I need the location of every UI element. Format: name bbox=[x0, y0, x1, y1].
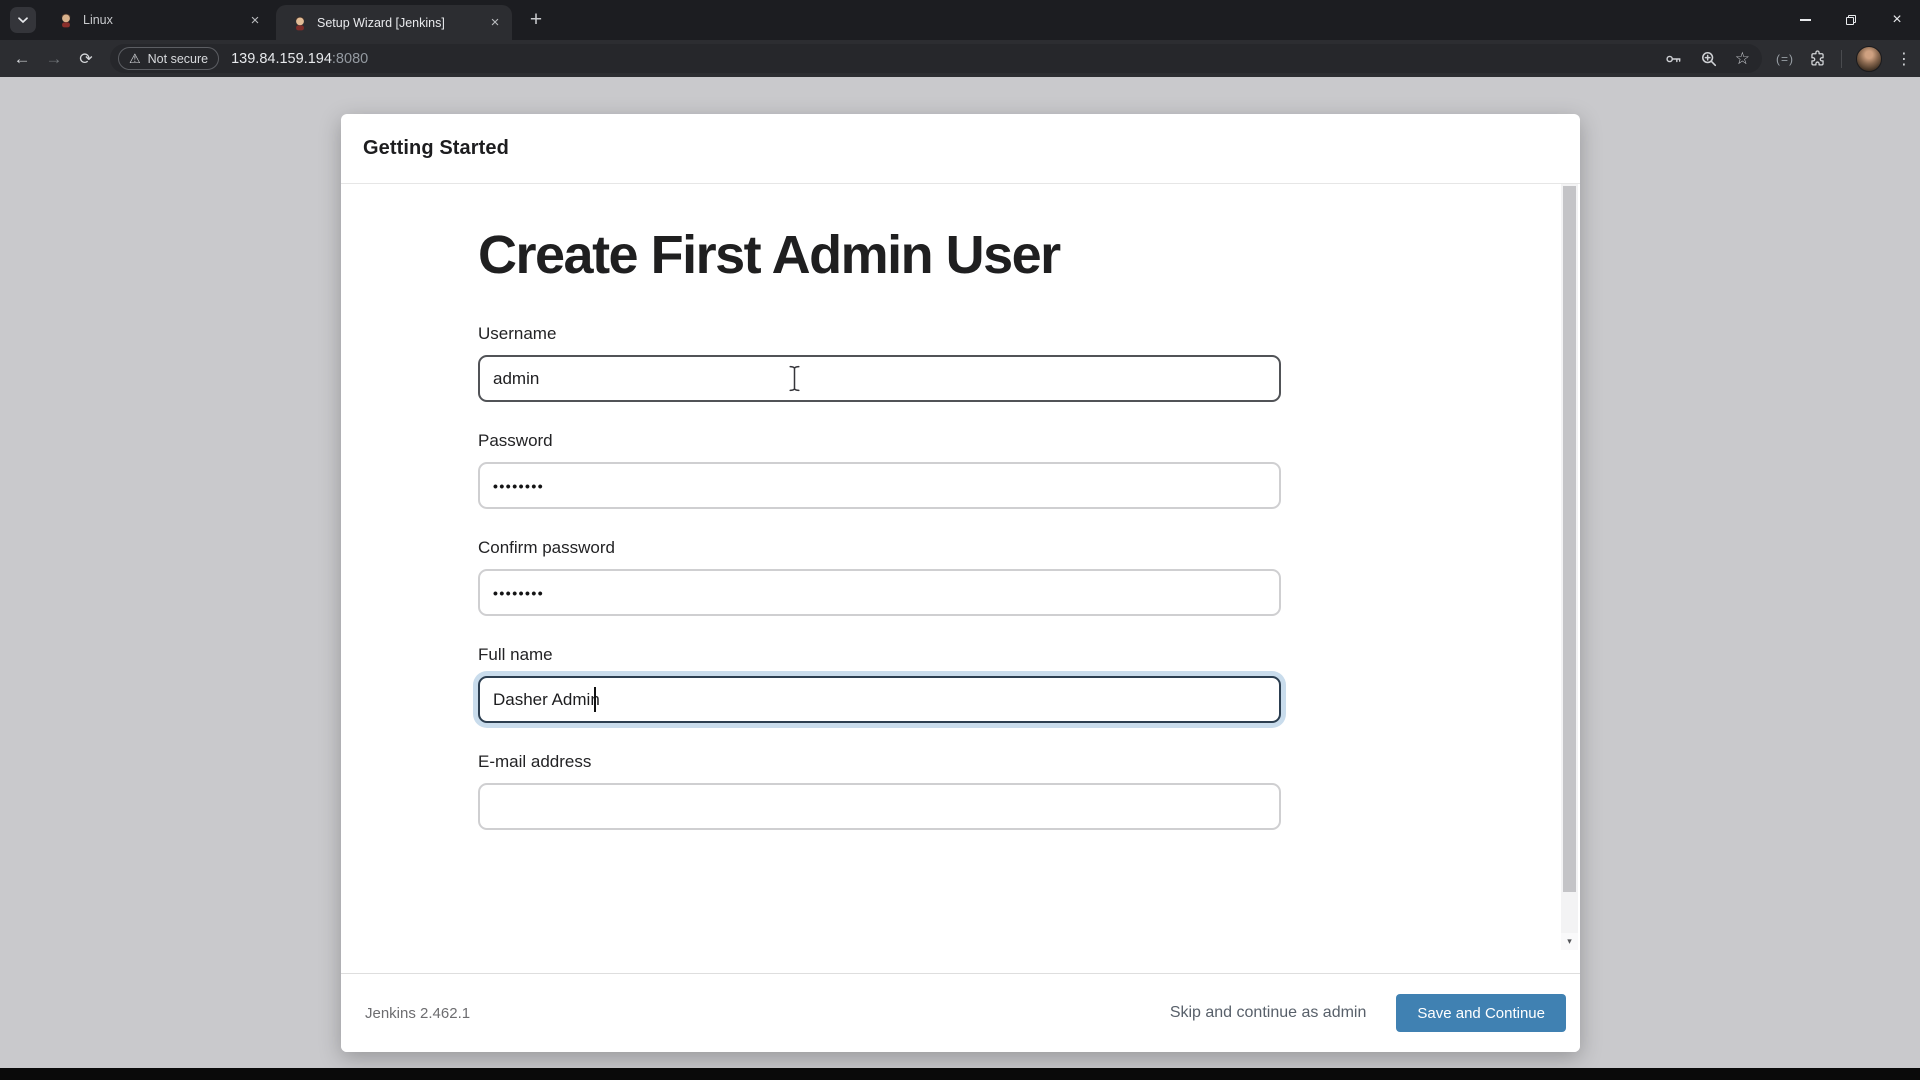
password-label: Password bbox=[478, 431, 1281, 451]
url-port: :8080 bbox=[332, 51, 368, 67]
security-chip-label: Not secure bbox=[148, 52, 208, 66]
field-password: Password bbox=[478, 431, 1281, 509]
tab-label: Setup Wizard [Jenkins] bbox=[317, 16, 478, 30]
toolbar-divider bbox=[1841, 50, 1842, 68]
tab-close-icon[interactable]: × bbox=[486, 14, 504, 32]
tab-close-icon[interactable]: × bbox=[246, 11, 264, 29]
confirm-password-input[interactable] bbox=[478, 569, 1281, 616]
password-input[interactable] bbox=[478, 462, 1281, 509]
omnibox-actions: ☆ bbox=[1663, 49, 1750, 69]
username-label: Username bbox=[478, 324, 1281, 344]
page-title: Create First Admin User bbox=[478, 224, 1580, 286]
setup-wizard-panel: Getting Started Create First Admin User … bbox=[341, 114, 1580, 1052]
save-and-continue-button[interactable]: Save and Continue bbox=[1396, 994, 1566, 1032]
wizard-footer: Jenkins 2.462.1 Skip and continue as adm… bbox=[341, 973, 1580, 1052]
wizard-header-title: Getting Started bbox=[363, 137, 509, 160]
close-icon: × bbox=[1892, 12, 1901, 28]
tab-label: Linux bbox=[83, 13, 238, 27]
minimize-icon bbox=[1800, 19, 1811, 20]
url-text[interactable]: 139.84.159.194:8080 bbox=[231, 51, 1663, 67]
field-email: E-mail address bbox=[478, 752, 1281, 830]
skip-and-continue-button[interactable]: Skip and continue as admin bbox=[1170, 1004, 1367, 1022]
bookmark-star-icon[interactable]: ☆ bbox=[1735, 50, 1750, 67]
password-manager-key-icon[interactable] bbox=[1663, 49, 1683, 69]
chevron-down-icon bbox=[17, 16, 29, 24]
profile-avatar[interactable] bbox=[1856, 46, 1882, 72]
tab-search-button[interactable] bbox=[10, 7, 36, 33]
wizard-content: Create First Admin User Username Passwor… bbox=[341, 184, 1580, 973]
window-controls: × bbox=[1782, 0, 1920, 40]
zoom-icon[interactable] bbox=[1700, 50, 1718, 68]
taskbar-strip bbox=[0, 1068, 1920, 1080]
confirm-password-label: Confirm password bbox=[478, 538, 1281, 558]
text-caret bbox=[594, 687, 596, 712]
security-chip[interactable]: ⚠ Not secure bbox=[118, 47, 219, 70]
linux-tab-favicon-icon bbox=[58, 12, 74, 28]
url-host: 139.84.159.194 bbox=[231, 51, 332, 67]
scrollbar[interactable]: ▾ bbox=[1561, 184, 1578, 950]
reload-icon: ⟳ bbox=[79, 49, 92, 69]
window-close-button[interactable]: × bbox=[1874, 0, 1920, 40]
email-label: E-mail address bbox=[478, 752, 1281, 772]
forward-icon: → bbox=[46, 49, 63, 69]
extension-badge-icon[interactable]: (=) bbox=[1776, 52, 1794, 66]
warning-icon: ⚠ bbox=[129, 52, 141, 65]
ibeam-cursor-icon bbox=[788, 365, 801, 392]
email-input[interactable] bbox=[478, 783, 1281, 830]
extensions-puzzle-icon[interactable] bbox=[1808, 49, 1827, 68]
field-username: Username bbox=[478, 324, 1281, 402]
forward-button[interactable]: → bbox=[39, 44, 69, 74]
browser-toolbar: ← → ⟳ ⚠ Not secure 139.84.159.194:8080 ☆… bbox=[0, 40, 1920, 77]
full-name-input[interactable] bbox=[478, 676, 1281, 723]
address-bar[interactable]: ⚠ Not secure 139.84.159.194:8080 ☆ bbox=[110, 44, 1762, 73]
scrollbar-down-arrow-icon[interactable]: ▾ bbox=[1561, 933, 1578, 950]
tab-linux[interactable]: Linux × bbox=[44, 0, 272, 40]
scrollbar-thumb[interactable] bbox=[1563, 186, 1576, 892]
browser-menu-icon[interactable]: ⋮ bbox=[1896, 49, 1912, 69]
browser-tab-strip: Linux × Setup Wizard [Jenkins] × + × bbox=[0, 0, 1920, 40]
full-name-label: Full name bbox=[478, 645, 1281, 665]
back-button[interactable]: ← bbox=[7, 44, 37, 74]
restore-icon bbox=[1846, 15, 1856, 25]
back-icon: ← bbox=[14, 49, 31, 69]
window-minimize-button[interactable] bbox=[1782, 0, 1828, 40]
jenkins-tab-favicon-icon bbox=[292, 15, 308, 31]
window-restore-button[interactable] bbox=[1828, 0, 1874, 40]
username-input[interactable] bbox=[478, 355, 1281, 402]
tab-setup-wizard-jenkins[interactable]: Setup Wizard [Jenkins] × bbox=[276, 5, 512, 40]
field-full-name: Full name bbox=[478, 645, 1281, 723]
jenkins-version-label: Jenkins 2.462.1 bbox=[365, 1005, 470, 1022]
toolbar-right-cluster: (=) ⋮ bbox=[1776, 46, 1912, 72]
new-tab-button[interactable]: + bbox=[522, 6, 550, 34]
reload-button[interactable]: ⟳ bbox=[71, 44, 101, 74]
wizard-header: Getting Started bbox=[341, 114, 1580, 184]
field-confirm-password: Confirm password bbox=[478, 538, 1281, 616]
